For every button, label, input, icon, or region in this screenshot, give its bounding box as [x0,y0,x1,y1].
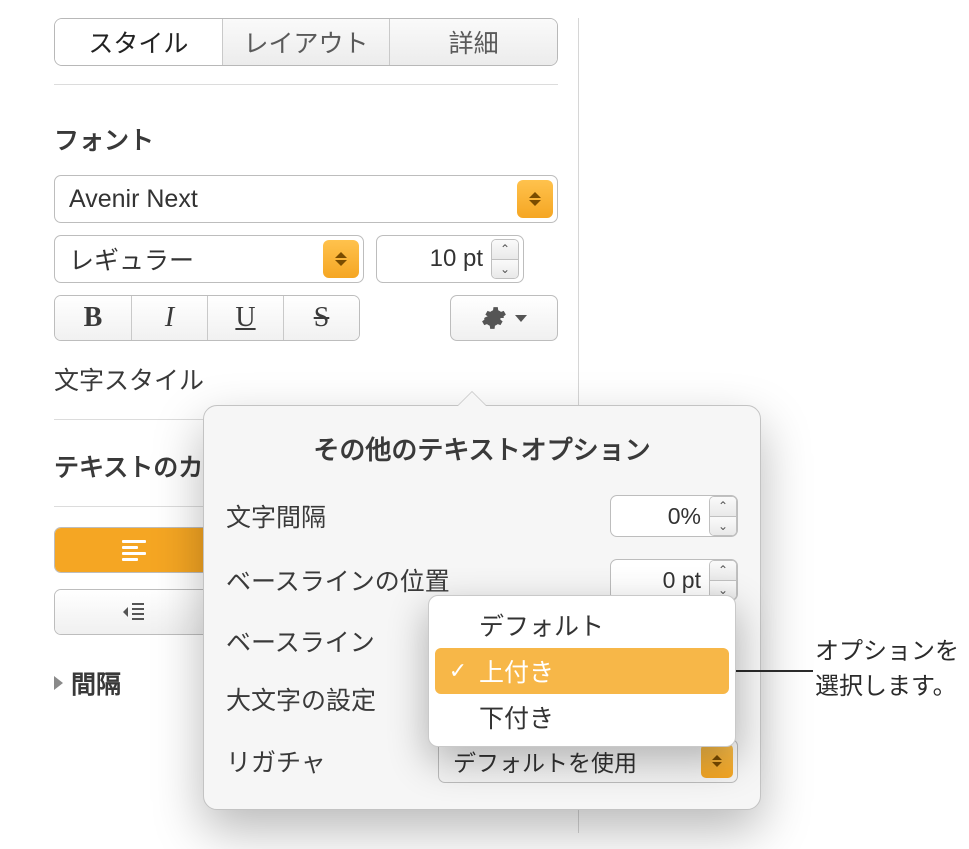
tab-layout[interactable]: レイアウト [222,19,390,65]
font-weight-popup[interactable]: レギュラー [54,235,364,283]
tab-style[interactable]: スタイル [55,19,222,65]
gear-icon [481,305,507,331]
char-spacing-label: 文字間隔 [226,498,600,534]
baseline-shift-label: ベースラインの位置 [226,562,600,598]
divider [54,84,558,85]
stepper-up-icon[interactable]: ⌃ [492,240,518,259]
popup-knob-icon [517,180,553,218]
text-style-group: B I U S [54,295,360,341]
advanced-text-options-button[interactable] [450,295,558,341]
inspector-tabs: スタイル レイアウト 詳細 [54,18,558,66]
ligature-value: デフォルトを使用 [453,744,697,778]
font-section-title: フォント [54,121,558,157]
decrease-indent-button[interactable] [55,590,213,634]
baseline-shift-stepper[interactable]: ⌃⌄ [709,560,737,600]
spacing-label: 間隔 [71,665,121,701]
char-spacing-field[interactable]: 0% ⌃⌄ [610,495,738,537]
option-label: 下付き [479,699,554,735]
stepper-down-icon[interactable]: ⌄ [492,259,518,279]
popup-knob-icon [701,744,733,778]
chevron-right-icon [54,676,63,690]
font-family-popup[interactable]: Avenir Next [54,175,558,223]
indent-group [54,589,214,635]
alignment-group [54,527,214,573]
font-family-value: Avenir Next [69,185,513,214]
option-label: デフォルト [479,607,604,643]
font-weight-value: レギュラー [69,241,319,277]
baseline-option-superscript[interactable]: ✓ 上付き [435,648,729,694]
strikethrough-button[interactable]: S [283,296,359,340]
bold-button[interactable]: B [55,296,131,340]
char-spacing-value: 0% [611,503,709,530]
char-spacing-stepper[interactable]: ⌃⌄ [709,496,737,536]
chevron-down-icon [515,315,527,322]
callout-leader-line [735,670,813,672]
italic-button[interactable]: I [131,296,207,340]
baseline-option-default[interactable]: ✓ デフォルト [435,602,729,648]
option-label: 上付き [479,653,554,689]
align-left-button[interactable] [55,528,213,572]
font-size-stepper[interactable]: ⌃ ⌄ [491,239,519,279]
font-size-value: 10 pt [377,245,491,273]
callout-text: オプションを選択します。 [815,635,965,705]
popup-knob-icon [323,240,359,278]
baseline-dropdown-menu: ✓ デフォルト ✓ 上付き ✓ 下付き [428,595,736,747]
baseline-option-subscript[interactable]: ✓ 下付き [435,694,729,740]
font-size-field[interactable]: 10 pt ⌃ ⌄ [376,235,524,283]
tab-details[interactable]: 詳細 [389,19,557,65]
underline-button[interactable]: U [207,296,283,340]
align-left-icon [122,540,146,561]
popover-title: その他のテキストオプション [226,430,738,467]
outdent-icon [122,602,146,622]
baseline-shift-value: 0 pt [611,567,709,594]
ligature-label: リガチャ [226,743,428,779]
checkmark-icon: ✓ [447,658,469,684]
